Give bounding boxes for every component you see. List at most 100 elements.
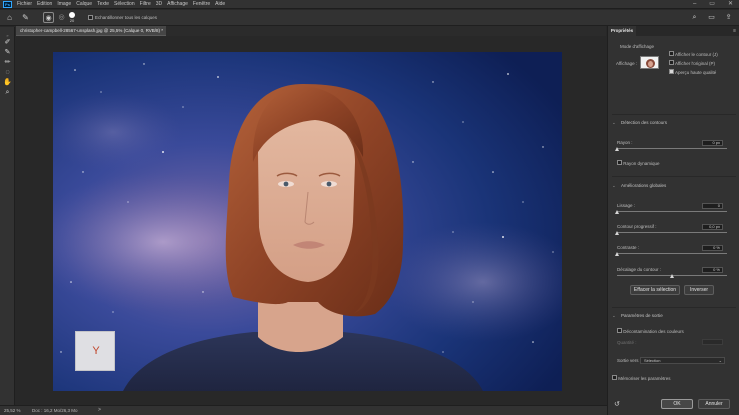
contrast-input[interactable]: 0 % (702, 245, 723, 251)
tab-properties[interactable]: Propriétés (608, 26, 636, 36)
ok-button[interactable]: OK (661, 399, 693, 409)
smooth-slider[interactable] (614, 210, 727, 214)
subtract-selection-icon[interactable]: ◎ (56, 12, 67, 23)
menu-image[interactable]: Image (57, 1, 71, 7)
home-icon[interactable]: ⌂ (4, 12, 15, 23)
shift-edge-slider[interactable] (617, 274, 727, 278)
decontaminate-option[interactable]: Décontamination des couleurs (617, 328, 684, 334)
quick-selection-icon[interactable]: ✐ (2, 38, 13, 48)
menu-texte[interactable]: Texte (97, 1, 109, 7)
reset-icon[interactable]: ↺ (614, 400, 620, 408)
sample-all-layers[interactable]: Echantillonner tous les calques (88, 15, 157, 20)
chevron-down-icon: ⌄ (612, 120, 616, 125)
invert-button[interactable]: Inverser (684, 285, 714, 295)
contrast-label: Contraste : (617, 245, 640, 250)
feather-slider-thumb[interactable] (614, 231, 619, 235)
document-tab[interactable]: christopher-campbell-28567-unsplash.jpg … (16, 26, 166, 36)
remember-settings-checkbox[interactable] (612, 375, 617, 380)
photo-canvas[interactable]: Y (53, 52, 562, 391)
clear-selection-button[interactable]: Effacer la sélection (630, 285, 680, 295)
show-original-option[interactable]: Afficher l'original (P) (669, 60, 715, 66)
document-tab-title: christopher-campbell-28567-unsplash.jpg … (20, 28, 164, 33)
menu-fenetre[interactable]: Fenêtre (193, 1, 210, 7)
minimize-button[interactable]: – (693, 0, 696, 9)
menu-calque[interactable]: Calque (76, 1, 92, 7)
show-edge-checkbox[interactable] (669, 51, 674, 56)
smooth-label: Lissage : (617, 203, 636, 208)
status-bar: 25,52 % Doc : 16,2 Mo/26,3 Mo > (0, 405, 607, 415)
view-mode-dropdown[interactable] (640, 56, 659, 69)
menu-affichage[interactable]: Affichage (167, 1, 188, 7)
new-selection-icon[interactable]: ◉ (43, 12, 54, 23)
shift-edge-slider-thumb[interactable] (669, 274, 674, 278)
shift-edge-label: Décalage du contour : (617, 267, 662, 272)
smart-radius-option[interactable]: Rayon dynamique (617, 160, 660, 166)
menu-bar: Ps Fichier Edition Image Calque Texte Sé… (0, 0, 739, 9)
brush-size-value: 20 (69, 18, 75, 23)
show-edge-option[interactable]: Afficher le contour (J) (669, 51, 718, 57)
search-icon[interactable]: ⌕ (689, 12, 700, 23)
tools-panel: » ✐ ✎ ✏ ◌ ✋ ⌕ (0, 27, 15, 405)
output-settings-title: Paramètres de sortie (621, 313, 663, 318)
lasso-tool-icon[interactable]: ◌ (2, 68, 13, 78)
show-original-checkbox[interactable] (669, 60, 674, 65)
chevron-down-icon: ⌄ (612, 313, 616, 318)
decontaminate-checkbox[interactable] (617, 328, 622, 333)
hand-tool-icon[interactable]: ✋ (2, 78, 13, 88)
refine-edge-brush-icon[interactable]: ✎ (2, 48, 13, 58)
show-original-label: Afficher l'original (P) (675, 61, 716, 66)
decontaminate-label: Décontamination des couleurs (623, 329, 684, 334)
maximize-button[interactable]: ▭ (709, 0, 715, 9)
radius-input[interactable]: 0 px (702, 140, 723, 146)
brush-tool-icon[interactable]: ✏ (2, 58, 13, 68)
view-label: Affichage : (616, 61, 638, 66)
sample-all-checkbox[interactable] (88, 15, 93, 20)
high-quality-label: Aperçu haute qualité (675, 70, 717, 75)
remember-settings-option[interactable]: Mémoriser les paramètres (612, 375, 671, 381)
radius-slider[interactable] (614, 147, 727, 151)
brush-size-picker[interactable]: 20 (67, 12, 77, 23)
status-menu-arrow[interactable]: > (98, 407, 101, 413)
chevron-down-icon: ⌄ (718, 358, 722, 363)
show-edge-label: Afficher le contour (J) (675, 52, 718, 57)
smooth-input[interactable]: 0 (702, 203, 723, 209)
feather-input[interactable]: 0,0 px (702, 224, 723, 230)
zoom-level[interactable]: 25,52 % (4, 408, 21, 413)
share-icon[interactable]: ⇪ (723, 12, 734, 23)
chevron-down-icon: ⌄ (612, 183, 616, 188)
panel-menu-icon[interactable]: ≡ (733, 26, 736, 36)
menu-selection[interactable]: Sélection (114, 1, 135, 7)
options-bar: ⌂ ✎ ◉ ◎ 20 Echantillonner tous les calqu… (0, 10, 739, 26)
quick-selection-tool-icon[interactable]: ✎ (20, 12, 31, 23)
feather-label: Contour progressif : (617, 224, 657, 229)
contrast-slider-thumb[interactable] (614, 252, 619, 256)
menu-aide[interactable]: Aide (215, 1, 225, 7)
menu-3d[interactable]: 3D (156, 1, 162, 7)
watermark-logo: Y (75, 331, 115, 371)
photoshop-logo: Ps (3, 1, 12, 8)
output-to-dropdown[interactable]: Sélection ⌄ (640, 357, 725, 364)
menu-filtre[interactable]: Filtre (140, 1, 151, 7)
menu-fichier[interactable]: Fichier (17, 1, 32, 7)
divider (612, 114, 736, 115)
shift-edge-input[interactable]: 0 % (702, 267, 723, 273)
workspace-icon[interactable]: ▭ (706, 12, 717, 23)
cancel-button[interactable]: Annuler (698, 399, 730, 409)
smart-radius-label: Rayon dynamique (623, 161, 660, 166)
high-quality-option[interactable]: Aperçu haute qualité (669, 69, 716, 75)
high-quality-checkbox[interactable] (669, 69, 674, 74)
smart-radius-checkbox[interactable] (617, 160, 622, 165)
close-window-button[interactable]: ✕ (728, 0, 733, 9)
radius-slider-thumb[interactable] (614, 147, 619, 151)
feather-slider[interactable] (614, 231, 727, 235)
properties-tabbar: Propriétés ≡ (608, 26, 739, 36)
portrait-image (53, 52, 562, 391)
contrast-slider[interactable] (614, 252, 727, 256)
zoom-tool-icon[interactable]: ⌕ (2, 88, 13, 98)
quantity-label: Quantité : (617, 340, 637, 345)
menu-edition[interactable]: Edition (37, 1, 52, 7)
watermark-letter: Y (92, 345, 100, 357)
divider (612, 176, 736, 177)
smooth-slider-thumb[interactable] (614, 210, 619, 214)
window-controls: – ▭ ✕ (693, 0, 733, 9)
